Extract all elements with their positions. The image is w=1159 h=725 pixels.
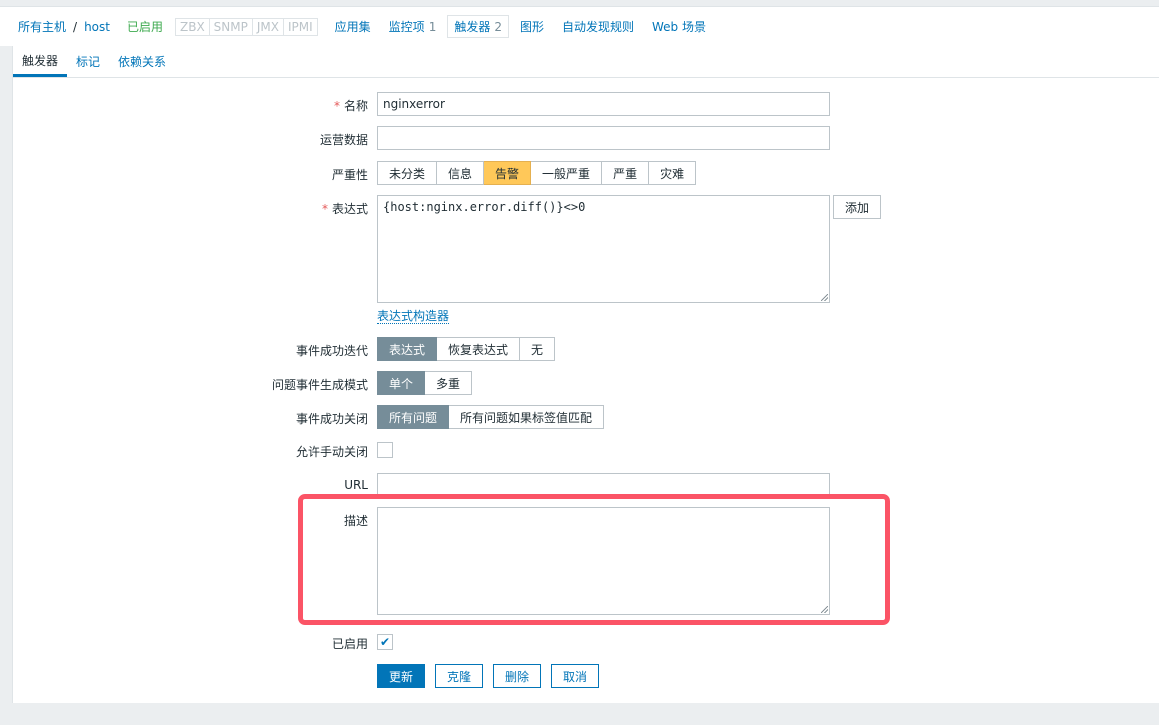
nav-graphs-label: 图形 [519, 20, 544, 34]
severity-average[interactable]: 一般严重 [531, 161, 603, 185]
severity-information[interactable]: 信息 [437, 161, 485, 185]
zbx-indicator: ZBX [175, 18, 210, 35]
host-navigation-bar: 所有主机 / host 已启用 ZBX SNMP JMX IPMI 应用集 监控… [0, 6, 1159, 46]
manual-close-checkbox[interactable] [377, 442, 393, 458]
expression-label: * 表达式 [322, 200, 368, 217]
nav-triggers[interactable]: 触发器 2 [447, 15, 509, 38]
host-status-badge[interactable]: 已启用 [127, 18, 163, 35]
severity-high[interactable]: 严重 [602, 161, 650, 185]
name-label-text: 名称 [343, 99, 368, 113]
nav-items-count: 1 [428, 19, 437, 34]
clone-button[interactable]: 克隆 [435, 664, 483, 688]
expression-text: {host:nginx.error.diff()}<>0 [383, 200, 586, 214]
nav-triggers-count: 2 [494, 19, 502, 34]
form-tabs: 触发器 标记 依赖关系 [13, 46, 1159, 78]
resize-handle-icon[interactable] [821, 294, 828, 301]
jmx-indicator: JMX [252, 18, 284, 35]
highlight-annotation-box [298, 494, 890, 625]
ok-event-label: 事件成功迭代 [295, 344, 368, 358]
add-expression-button[interactable]: 添加 [833, 195, 881, 219]
nav-web-scenarios[interactable]: Web 场景 [652, 18, 706, 35]
ok-event-selector: 表达式 恢复表达式 无 [377, 337, 556, 361]
problem-mode-multiple[interactable]: 多重 [425, 371, 473, 395]
ok-close-label: 事件成功关闭 [295, 412, 368, 426]
severity-warning[interactable]: 告警 [484, 161, 532, 185]
availability-indicators: ZBX SNMP JMX IPMI [174, 17, 318, 36]
enabled-label: 已启用 [331, 637, 368, 651]
tab-trigger[interactable]: 触发器 [13, 52, 68, 77]
expression-builder-link[interactable]: 表达式构造器 [377, 309, 450, 324]
nav-applications[interactable]: 应用集 [335, 18, 371, 35]
tab-tags[interactable]: 标记 [67, 53, 109, 77]
cancel-button[interactable]: 取消 [551, 664, 599, 688]
manual-close-label: 允许手动关闭 [295, 445, 368, 459]
nav-triggers-label: 触发器 [454, 20, 491, 34]
severity-disaster[interactable]: 灾难 [649, 161, 697, 185]
delete-button[interactable]: 删除 [493, 664, 541, 688]
nav-applications-label: 应用集 [334, 20, 371, 34]
nav-web-scenarios-label: Web 场景 [652, 20, 706, 34]
name-label: * 名称 [334, 97, 368, 114]
update-button[interactable]: 更新 [377, 664, 425, 688]
ok-event-none[interactable]: 无 [520, 337, 556, 361]
nav-items[interactable]: 监控项 1 [389, 18, 437, 35]
problem-mode-selector: 单个 多重 [377, 371, 473, 395]
breadcrumb-host[interactable]: host [84, 20, 110, 34]
severity-selector: 未分类 信息 告警 一般严重 严重 灾难 [377, 161, 697, 185]
ok-close-tag-match[interactable]: 所有问题如果标签值匹配 [449, 405, 605, 429]
enabled-checkbox[interactable]: ✔ [377, 634, 393, 650]
nav-items-label: 监控项 [388, 20, 425, 34]
nav-graphs[interactable]: 图形 [520, 18, 544, 35]
opdata-input[interactable] [377, 126, 830, 150]
ok-close-selector: 所有问题 所有问题如果标签值匹配 [377, 405, 605, 429]
expression-label-text: 表达式 [331, 202, 368, 216]
ok-event-expression[interactable]: 表达式 [377, 337, 438, 361]
severity-not-classified[interactable]: 未分类 [377, 161, 438, 185]
expression-textarea[interactable]: {host:nginx.error.diff()}<>0 [377, 195, 830, 303]
severity-label: 严重性 [331, 168, 368, 182]
ok-close-all-problems[interactable]: 所有问题 [377, 405, 450, 429]
opdata-label: 运营数据 [319, 133, 368, 147]
ok-event-recovery-expression[interactable]: 恢复表达式 [437, 337, 521, 361]
problem-mode-single[interactable]: 单个 [377, 371, 426, 395]
required-marker: * [333, 99, 340, 113]
url-label: URL [344, 478, 368, 492]
name-input[interactable]: nginxerror [377, 92, 830, 116]
breadcrumb-separator: / [73, 19, 78, 34]
nav-discovery-rules[interactable]: 自动发现规则 [562, 18, 634, 35]
ipmi-indicator: IPMI [283, 18, 317, 35]
problem-mode-label: 问题事件生成模式 [271, 378, 368, 392]
snmp-indicator: SNMP [209, 18, 253, 35]
breadcrumb-all-hosts[interactable]: 所有主机 [18, 18, 66, 35]
nav-discovery-rules-label: 自动发现规则 [562, 20, 635, 34]
required-marker: * [321, 202, 328, 216]
checkmark-icon: ✔ [379, 635, 391, 649]
tab-dependencies[interactable]: 依赖关系 [109, 53, 175, 77]
